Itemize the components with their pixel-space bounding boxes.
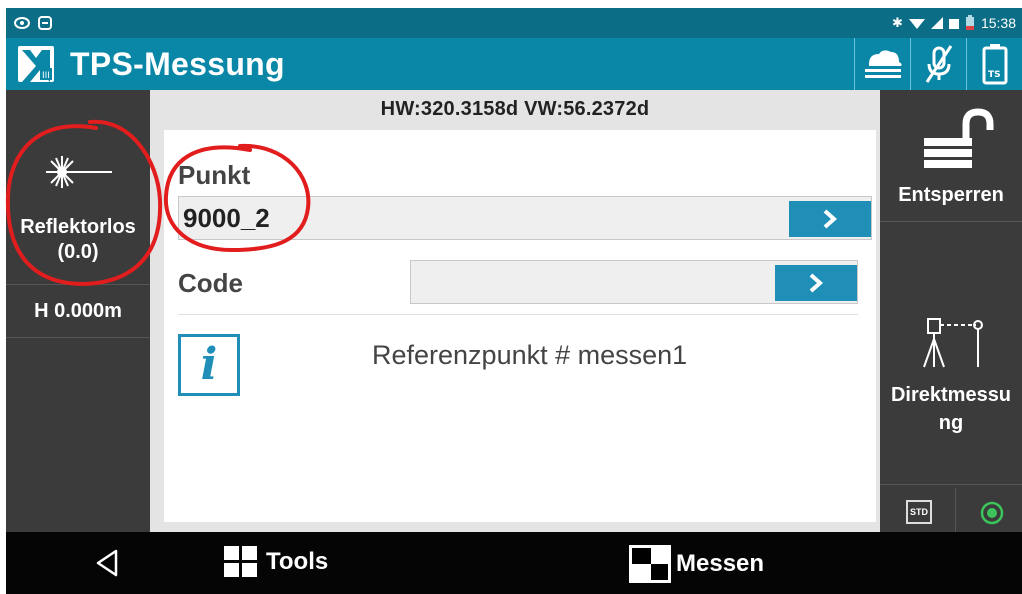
svg-text:TS: TS: [988, 70, 1001, 80]
punkt-value: 9000_2: [183, 202, 270, 233]
direct-measure-button[interactable]: Direktmessu ng: [880, 223, 1022, 485]
mic-off-icon: [925, 45, 952, 83]
fog-icon: [864, 50, 902, 78]
punkt-select-button[interactable]: [789, 201, 871, 237]
sim-icon: [948, 19, 959, 29]
code-field[interactable]: [410, 260, 858, 304]
unlock-label: Entsperren: [898, 184, 1004, 206]
chevron-right-icon: [823, 209, 838, 229]
code-select-button[interactable]: [775, 265, 857, 301]
reflector-label: Reflektorlos: [20, 216, 136, 238]
unlock-icon: [924, 108, 994, 168]
left-panel: Reflektorlos (0.0) H 0.000m: [6, 90, 150, 532]
mic-button[interactable]: [910, 38, 966, 90]
app-bar: III TPS-Messung TS: [6, 38, 1022, 90]
signal-icon: [930, 17, 943, 29]
divider: [955, 488, 956, 532]
height-label: H 0.000m: [34, 300, 122, 322]
reflector-button[interactable]: Reflektorlos (0.0): [6, 90, 150, 285]
status-bar: ✱ 15:38: [6, 8, 1022, 38]
tools-button[interactable]: Tools: [224, 546, 328, 578]
app-logo-icon[interactable]: III: [14, 42, 58, 86]
link-icon: [38, 16, 52, 30]
direct-label-line-1: Direktmessu: [890, 384, 1012, 406]
right-panel: Entsperren Direktmessu ng STD: [880, 90, 1022, 532]
info-message: Referenzpunkt # messen1: [372, 340, 688, 370]
svg-text:III: III: [42, 71, 50, 81]
measurement-card: Punkt 9000_2 Code i Referenzpunkt # mess…: [164, 130, 876, 522]
back-icon[interactable]: [94, 548, 120, 578]
reflector-value: (0.0): [57, 241, 99, 263]
chevron-right-icon: [809, 273, 824, 293]
bluetooth-icon: ✱: [892, 15, 903, 30]
tps-battery-button[interactable]: TS: [966, 38, 1022, 90]
messen-button[interactable]: Messen: [628, 544, 764, 584]
laser-star-icon: [46, 156, 112, 188]
punkt-field[interactable]: 9000_2: [178, 196, 872, 240]
tps-battery-icon: TS: [982, 44, 1007, 85]
measure-icon: [629, 545, 671, 583]
battery-icon: [965, 15, 974, 30]
messen-label: Messen: [676, 550, 765, 577]
direct-label-line-2: ng: [938, 412, 964, 434]
navigation-bar: Tools Messen: [6, 532, 1022, 594]
fog-button[interactable]: [854, 38, 910, 90]
wifi-icon: [908, 19, 925, 29]
total-station-icon: [923, 318, 983, 368]
eye-icon: [14, 17, 30, 29]
target-status-icon[interactable]: [980, 501, 1004, 525]
height-button[interactable]: H 0.000m: [6, 286, 150, 338]
grid-icon: [224, 546, 257, 577]
std-mode-button[interactable]: STD: [906, 500, 932, 524]
main-content: HW:320.3158d VW:56.2372d Punkt 9000_2 Co…: [150, 90, 880, 532]
tools-label: Tools: [266, 548, 329, 575]
unlock-button[interactable]: Entsperren: [880, 90, 1022, 222]
app-title: TPS-Messung: [70, 45, 285, 82]
code-label: Code: [178, 268, 243, 298]
info-icon: i: [178, 334, 240, 396]
punkt-label: Punkt: [178, 160, 251, 190]
divider: [178, 314, 858, 315]
angle-readout: HW:320.3158d VW:56.2372d: [380, 97, 650, 120]
clock: 15:38: [980, 15, 1016, 31]
